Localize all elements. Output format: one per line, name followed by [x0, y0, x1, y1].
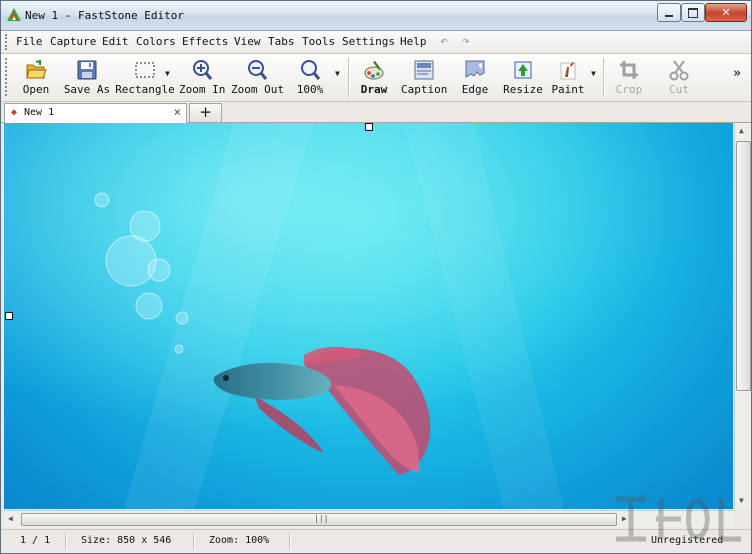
resize-label: Resize — [503, 83, 543, 96]
draw-button[interactable]: Draw — [355, 56, 393, 99]
paint-brush-icon — [560, 62, 576, 80]
new-tab-button[interactable]: + — [189, 103, 222, 122]
open-folder-icon — [26, 59, 47, 79]
paint-label: Paint — [551, 83, 585, 96]
zoom-icon — [301, 60, 321, 80]
rectangle-label: Rectangle — [115, 83, 175, 96]
caption-button[interactable]: Caption — [401, 56, 447, 99]
menu-tabs[interactable]: Tabs — [268, 35, 295, 48]
zoom-level-button[interactable]: 100% — [291, 56, 329, 99]
redo-icon[interactable]: ↷ — [462, 34, 470, 49]
paint-button[interactable]: Paint — [549, 56, 587, 99]
cut-button[interactable]: Cut — [661, 56, 697, 99]
tab-strip: ◆ New 1 × + — [1, 102, 751, 123]
zoom-out-button[interactable]: Zoom Out — [231, 56, 284, 99]
zoom-level-label: 100% — [296, 83, 324, 96]
toolbar-separator — [348, 58, 350, 97]
crop-label: Crop — [615, 83, 643, 96]
status-separator — [193, 533, 195, 550]
main-toolbar: Open Save As Rectangle ▼ Zoom In Zoom Ou… — [1, 54, 751, 102]
vertical-scrollbar[interactable]: ▲ ▼ — [734, 123, 751, 509]
title-bar[interactable]: New 1 - FastStone Editor ✕ — [1, 1, 751, 31]
close-button[interactable]: ✕ — [705, 3, 747, 22]
status-separator — [289, 533, 291, 550]
tab-label: New 1 — [24, 107, 55, 118]
caption-icon — [414, 60, 434, 80]
zoom-in-label: Zoom In — [179, 83, 226, 96]
plus-icon: + — [199, 103, 212, 121]
menubar-grip[interactable] — [5, 34, 10, 50]
save-as-button[interactable]: Save As — [63, 56, 111, 99]
menu-colors[interactable]: Colors — [136, 35, 176, 48]
edge-button[interactable]: Edge — [457, 56, 493, 99]
scroll-up-icon[interactable]: ▲ — [739, 126, 744, 135]
image-canvas[interactable] — [4, 123, 733, 509]
rectangle-select-icon — [135, 62, 155, 78]
cut-label: Cut — [669, 83, 689, 96]
open-button[interactable]: Open — [18, 56, 54, 99]
zoom-in-icon — [193, 60, 213, 80]
resize-handle-top[interactable] — [365, 123, 373, 131]
resize-icon — [514, 61, 532, 79]
save-as-label: Save As — [63, 83, 111, 96]
open-label: Open — [22, 83, 50, 96]
tab-close-icon[interactable]: × — [174, 105, 181, 119]
zoom-status: Zoom: 100% — [209, 535, 270, 546]
crop-icon — [620, 61, 638, 79]
close-icon: ✕ — [721, 6, 731, 19]
menu-tools[interactable]: Tools — [302, 35, 335, 48]
fish-wallpaper-image — [4, 123, 733, 509]
undo-icon[interactable]: ↶ — [440, 34, 448, 49]
scissors-icon — [669, 60, 689, 81]
page-indicator: 1 / 1 — [20, 535, 51, 546]
minimize-button[interactable] — [657, 3, 681, 22]
draw-label: Draw — [360, 83, 388, 96]
paint-dropdown-icon[interactable]: ▼ — [591, 69, 596, 78]
faststone-app-icon — [7, 8, 21, 21]
app-window: New 1 - FastStone Editor ✕ File Capture … — [0, 0, 752, 554]
menu-view[interactable]: View — [234, 35, 261, 48]
window-title: New 1 - FastStone Editor — [25, 9, 184, 22]
restore-button[interactable] — [681, 3, 705, 22]
toolbar-separator — [603, 58, 605, 97]
menu-help[interactable]: Help — [400, 35, 427, 48]
menu-edit[interactable]: Edit — [102, 35, 129, 48]
crop-button[interactable]: Crop — [611, 56, 647, 99]
zoom-out-icon — [248, 60, 268, 80]
edge-label: Edge — [461, 83, 489, 96]
scroll-left-icon[interactable]: ◀ — [8, 514, 13, 523]
tab-new-1[interactable]: ◆ New 1 × — [4, 103, 187, 123]
rectangle-dropdown-icon[interactable]: ▼ — [165, 69, 170, 78]
zoom-out-label: Zoom Out — [231, 83, 284, 96]
zoom-dropdown-icon[interactable]: ▼ — [335, 69, 340, 78]
menu-effects[interactable]: Effects — [182, 35, 228, 48]
resize-handle-left[interactable] — [5, 312, 13, 320]
toolbar-grip[interactable] — [5, 58, 10, 96]
modified-diamond-icon: ◆ — [11, 107, 18, 118]
restore-icon — [688, 7, 698, 18]
edge-icon — [465, 60, 485, 78]
image-size-status: Size: 850 x 546 — [81, 535, 172, 546]
watermark-logo — [616, 496, 741, 542]
horizontal-scroll-thumb[interactable]: ||| — [21, 513, 617, 526]
vertical-scroll-thumb[interactable] — [736, 141, 751, 391]
menu-settings[interactable]: Settings — [342, 35, 395, 48]
menu-capture[interactable]: Capture — [50, 35, 96, 48]
floppy-disk-icon — [77, 60, 97, 80]
toolbar-overflow-icon[interactable]: » — [733, 66, 741, 81]
minimize-icon — [665, 14, 673, 17]
scroll-grip-icon: ||| — [314, 514, 329, 523]
status-separator — [65, 533, 67, 550]
caption-label: Caption — [401, 83, 448, 96]
menu-bar: File Capture Edit Colors Effects View Ta… — [1, 31, 751, 54]
draw-palette-icon — [364, 61, 384, 80]
resize-button[interactable]: Resize — [503, 56, 543, 99]
zoom-in-button[interactable]: Zoom In — [179, 56, 225, 99]
menu-file[interactable]: File — [16, 35, 43, 48]
